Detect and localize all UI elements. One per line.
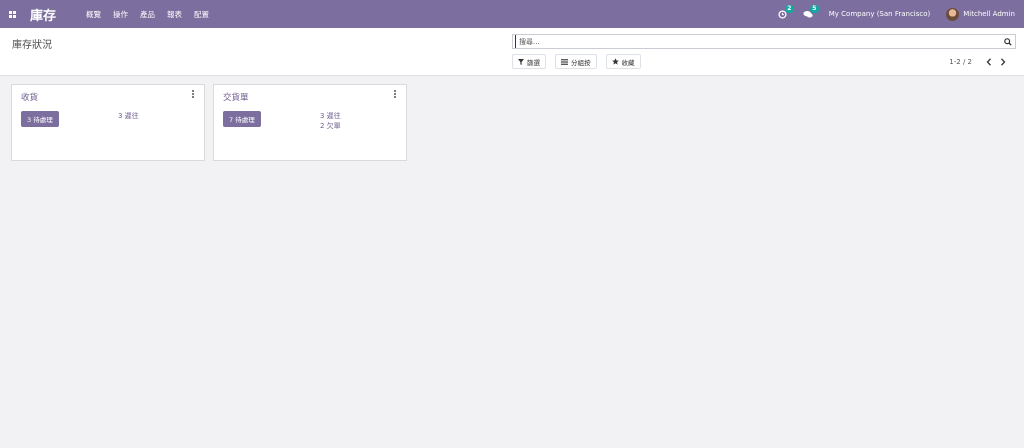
group-by-button[interactable]: 分組按 (555, 54, 597, 69)
activity-badge: 2 (784, 4, 794, 13)
message-badge: 5 (809, 4, 819, 13)
to-process-button[interactable]: 3 待處理 (21, 111, 59, 127)
systray: 2 5 My Company (San Francisco) Mitchell … (778, 0, 1024, 28)
top-navbar: 庫存 概覽 操作 產品 報表 配置 2 5 My Company (San Fr… (0, 0, 1024, 28)
late-link[interactable]: 3 遲往 (118, 112, 139, 120)
messaging-button[interactable]: 5 (803, 4, 819, 19)
user-menu[interactable]: Mitchell Admin (946, 7, 1015, 21)
search-box (512, 34, 1016, 49)
menu-item-products[interactable]: 產品 (140, 9, 155, 20)
control-panel: 庫存狀況 篩選 分組按 收藏 1-2 / 2 (0, 28, 1024, 76)
search-input[interactable] (515, 35, 1001, 48)
menu-item-operations[interactable]: 操作 (113, 9, 128, 20)
app-brand[interactable]: 庫存 (30, 5, 56, 24)
card-title[interactable]: 交貨單 (223, 91, 249, 103)
page-title: 庫存狀況 (12, 40, 52, 51)
card-links: 3 遲往 (118, 112, 139, 120)
star-icon (611, 58, 619, 65)
kebab-menu-icon[interactable] (190, 90, 196, 100)
favorites-label: 收藏 (621, 58, 635, 67)
menu-item-reporting[interactable]: 報表 (167, 9, 182, 20)
company-switcher[interactable]: My Company (San Francisco) (829, 10, 930, 18)
card-links: 3 遲往 2 欠單 (320, 112, 341, 130)
pager-previous-icon[interactable] (984, 57, 994, 67)
pager-next-icon[interactable] (998, 57, 1008, 67)
search-options: 篩選 分組按 收藏 (512, 54, 641, 69)
activity-button[interactable]: 2 (778, 4, 794, 19)
group-by-label: 分組按 (571, 58, 591, 67)
list-icon (561, 58, 568, 65)
menu-item-configuration[interactable]: 配置 (194, 9, 209, 20)
filters-button[interactable]: 篩選 (512, 54, 546, 69)
late-link[interactable]: 3 遲往 (320, 112, 341, 120)
main-menu: 概覽 操作 產品 報表 配置 (86, 9, 209, 20)
search-icon[interactable] (1001, 35, 1015, 48)
user-name: Mitchell Admin (963, 10, 1015, 18)
apps-menu-icon[interactable] (0, 0, 24, 28)
card-title[interactable]: 收貨 (21, 91, 38, 103)
favorites-button[interactable]: 收藏 (605, 54, 641, 69)
avatar (946, 7, 960, 21)
kanban-card-delivery-orders: 交貨單 7 待處理 3 遲往 2 欠單 (213, 84, 407, 161)
to-process-button[interactable]: 7 待處理 (223, 111, 261, 127)
menu-item-overview[interactable]: 概覽 (86, 9, 101, 20)
filter-icon (518, 58, 524, 65)
backorder-link[interactable]: 2 欠單 (320, 122, 341, 130)
pager-value[interactable]: 1-2 / 2 (949, 58, 972, 66)
filters-label: 篩選 (527, 58, 540, 67)
kanban-card-receipts: 收貨 3 待處理 3 遲往 (11, 84, 205, 161)
kebab-menu-icon[interactable] (392, 90, 398, 100)
pager: 1-2 / 2 (949, 57, 1008, 67)
